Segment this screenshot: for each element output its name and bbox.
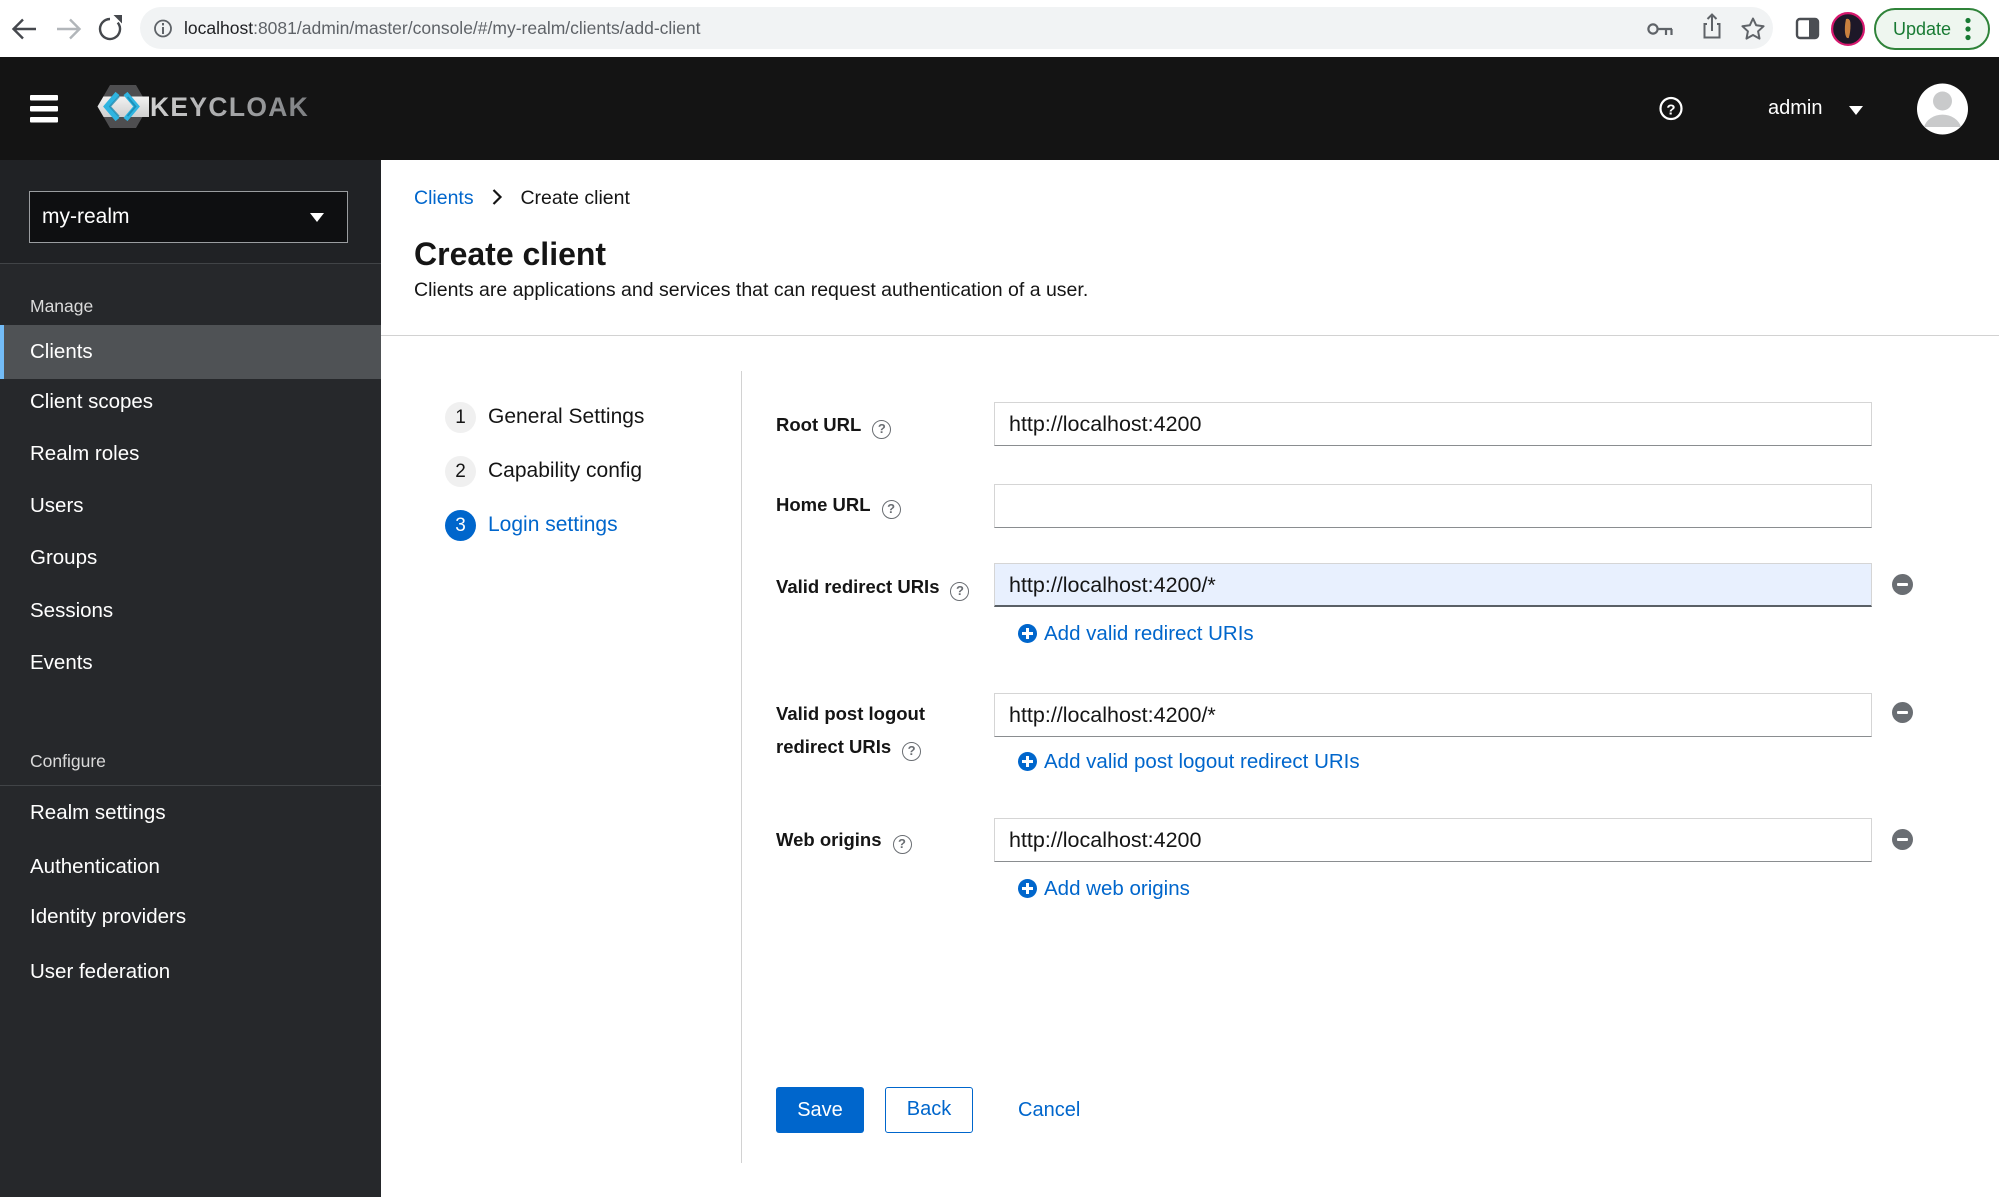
svg-text:?: ? (1666, 102, 1675, 119)
svg-text:Update: Update (1893, 19, 1951, 39)
svg-text:KEYCLOAK: KEYCLOAK (150, 92, 309, 122)
